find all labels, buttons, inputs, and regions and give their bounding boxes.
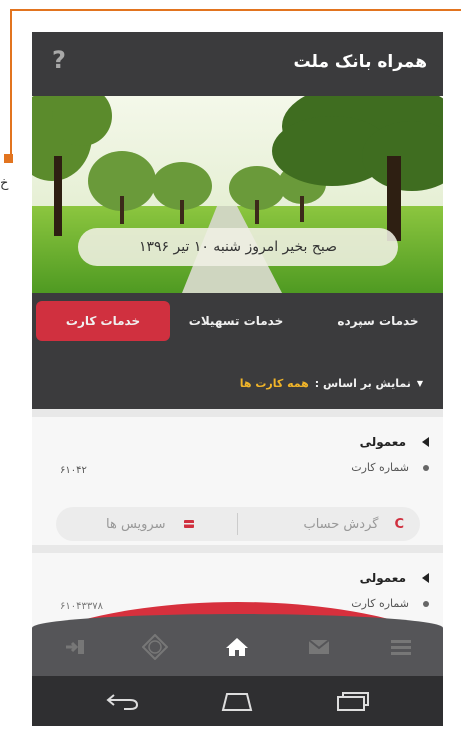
card-number-row: شماره کارت <box>351 597 429 610</box>
back-icon[interactable] <box>102 688 142 714</box>
bullet-icon <box>423 600 429 607</box>
service-tabs: خدمات سپرده خدمات تسهیلات خدمات کارت <box>32 293 443 349</box>
card-type-row: معمولی <box>360 571 429 585</box>
card-number-label: شماره کارت <box>351 461 409 474</box>
expand-caret-icon[interactable] <box>422 437 429 447</box>
tab-loan-services[interactable]: خدمات تسهیلات <box>170 301 302 341</box>
tab-card-services[interactable]: خدمات کارت <box>36 301 170 341</box>
card-type-row: معمولی <box>360 435 429 449</box>
system-navigation-bar <box>32 676 443 726</box>
expand-caret-icon[interactable] <box>422 573 429 583</box>
card-type: معمولی <box>359 435 406 449</box>
filter-value[interactable]: همه کارت ها <box>240 377 309 390</box>
card-type: معمولی <box>359 571 406 585</box>
dropdown-arrow-icon: ▼ <box>416 379 423 388</box>
filter-bar: ▼ نمایش بر اساس : همه کارت ها <box>32 349 443 409</box>
callout-line-vertical <box>10 9 12 157</box>
greeting-banner: صبح بخیر امروز شنبه ۱۰ تیر ۱۳۹۶ <box>78 228 398 266</box>
mail-icon[interactable] <box>306 636 332 658</box>
home-icon[interactable] <box>224 636 250 658</box>
services-button[interactable]: سرویس ها <box>106 507 195 541</box>
menu-icon[interactable] <box>388 636 414 658</box>
services-icon <box>184 520 195 528</box>
login-icon[interactable] <box>62 636 88 658</box>
card-number-row: شماره کارت <box>351 461 429 474</box>
app-title: همراه بانک ملت <box>293 52 427 72</box>
outside-text: خ <box>0 176 9 191</box>
home-outline-icon[interactable] <box>217 688 257 714</box>
app-bar: ? همراه بانک ملت <box>32 32 443 96</box>
callout-marker <box>4 154 13 163</box>
refresh-icon: C <box>394 516 404 532</box>
divider <box>237 513 238 535</box>
account-statement-label: گردش حساب <box>303 516 379 532</box>
help-button[interactable]: ? <box>52 46 66 74</box>
card-number-value: ۶۱۰۴۳۳۷۸ <box>60 601 103 612</box>
services-label: سرویس ها <box>106 516 166 532</box>
card-number-label: شماره کارت <box>351 597 409 610</box>
card-number-value: ۶۱۰۴۲ <box>60 465 87 476</box>
callout-line-top <box>10 9 461 11</box>
card-item[interactable]: معمولی شماره کارت ۶۱۰۴۲ C گردش حساب سروی… <box>32 417 443 545</box>
tab-deposit-services[interactable]: خدمات سپرده <box>313 301 443 341</box>
filter-selector[interactable]: ▼ نمایش بر اساس : همه کارت ها <box>240 377 423 390</box>
recents-icon[interactable] <box>332 688 372 714</box>
bullet-icon <box>423 464 429 471</box>
phone-screen: ? همراه بانک ملت صبح بخیر امروز شنبه ۱۰ … <box>32 32 443 726</box>
nfc-icon[interactable] <box>142 634 168 660</box>
filter-label: نمایش بر اساس : <box>314 377 411 390</box>
bottom-navigation <box>32 614 443 676</box>
card-actions: C گردش حساب سرویس ها <box>56 507 420 541</box>
account-statement-button[interactable]: C گردش حساب <box>303 507 404 541</box>
hero-banner: صبح بخیر امروز شنبه ۱۰ تیر ۱۳۹۶ <box>32 96 443 293</box>
